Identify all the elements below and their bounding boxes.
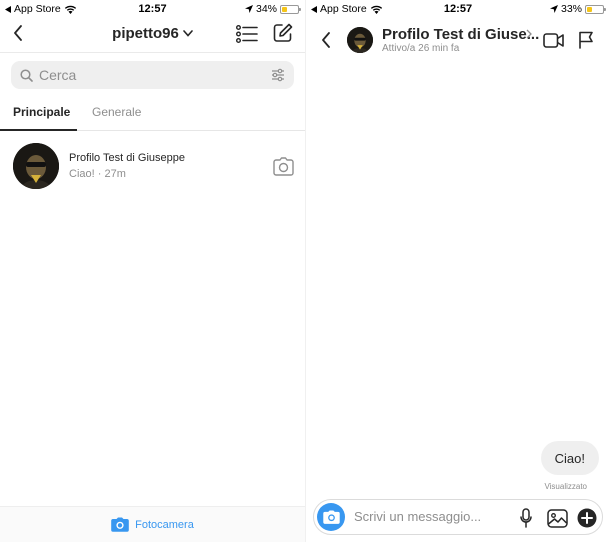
camera-button[interactable]	[317, 503, 345, 531]
compose-icon	[273, 23, 293, 42]
status-bar: App Store 12:57 33%	[306, 0, 610, 17]
plus-button[interactable]	[576, 507, 598, 529]
back-arrow-icon	[322, 32, 330, 48]
active-tab-indicator	[0, 129, 77, 131]
location-arrow-icon	[244, 5, 253, 13]
inbox-tabs: Principale Generale	[0, 100, 305, 131]
inbox-screen: App Store 12:57 34% pipetto96 Principale	[0, 0, 305, 542]
seen-label: Visualizzato	[544, 482, 587, 491]
chat-header: Profilo Test di Giuse... Attivo/a 26 min…	[306, 17, 610, 62]
compose-button[interactable]	[272, 22, 294, 44]
chevron-down-icon	[183, 30, 193, 37]
gallery-button[interactable]	[545, 507, 569, 529]
report-button[interactable]	[576, 29, 596, 51]
battery-percent: 34%	[255, 3, 277, 15]
conversation-preview: Ciao! · 27m	[69, 168, 126, 180]
avatar[interactable]	[347, 27, 373, 53]
camera-footer-label: Fotocamera	[135, 518, 194, 531]
status-indicators: 33%	[549, 3, 606, 15]
account-switcher[interactable]: pipetto96	[0, 25, 305, 42]
message-bubble[interactable]: Ciao!	[540, 441, 599, 475]
list-icon	[236, 25, 258, 43]
battery-percent: 33%	[560, 3, 582, 15]
search-input[interactable]	[39, 67, 249, 83]
back-button[interactable]	[316, 29, 336, 51]
tab-generale[interactable]: Generale	[92, 105, 141, 119]
message-input[interactable]	[354, 509, 504, 524]
status-bar: App Store 12:57 34%	[0, 0, 305, 17]
battery-icon	[280, 4, 301, 14]
avatar-photo	[347, 27, 373, 53]
list-button[interactable]	[235, 23, 259, 45]
flag-icon	[579, 31, 593, 49]
tab-principale[interactable]: Principale	[13, 105, 70, 119]
video-call-button[interactable]	[542, 30, 564, 50]
plus-icon	[577, 508, 597, 528]
filter-icon[interactable]	[271, 68, 285, 82]
inbox-header: pipetto96	[0, 17, 305, 53]
location-arrow-icon	[549, 5, 558, 13]
camera-icon	[111, 517, 129, 532]
conversation-name: Profilo Test di Giuseppe	[69, 152, 185, 164]
avatar	[13, 143, 59, 189]
microphone-icon	[520, 508, 532, 528]
quick-camera-button[interactable]	[271, 155, 295, 177]
search-icon	[20, 68, 33, 82]
microphone-button[interactable]	[517, 507, 535, 529]
search-bar[interactable]	[11, 61, 294, 89]
gallery-icon	[546, 508, 568, 528]
message-composer	[313, 499, 603, 535]
battery-icon	[585, 4, 606, 14]
camera-footer-button[interactable]: Fotocamera	[0, 506, 305, 542]
chevron-right-icon[interactable]	[526, 29, 532, 39]
chat-status: Attivo/a 26 min fa	[382, 43, 460, 54]
video-call-icon	[542, 32, 564, 48]
status-indicators: 34%	[244, 3, 301, 15]
avatar-photo	[13, 143, 59, 189]
camera-icon	[322, 510, 340, 524]
chat-screen: App Store 12:57 33% Profilo Test di Gius…	[306, 0, 610, 542]
conversation-item[interactable]: Profilo Test di Giuseppe Ciao! · 27m	[0, 143, 305, 191]
chat-title[interactable]: Profilo Test di Giuse...	[382, 26, 539, 43]
account-username: pipetto96	[112, 25, 179, 42]
camera-icon	[272, 156, 294, 176]
